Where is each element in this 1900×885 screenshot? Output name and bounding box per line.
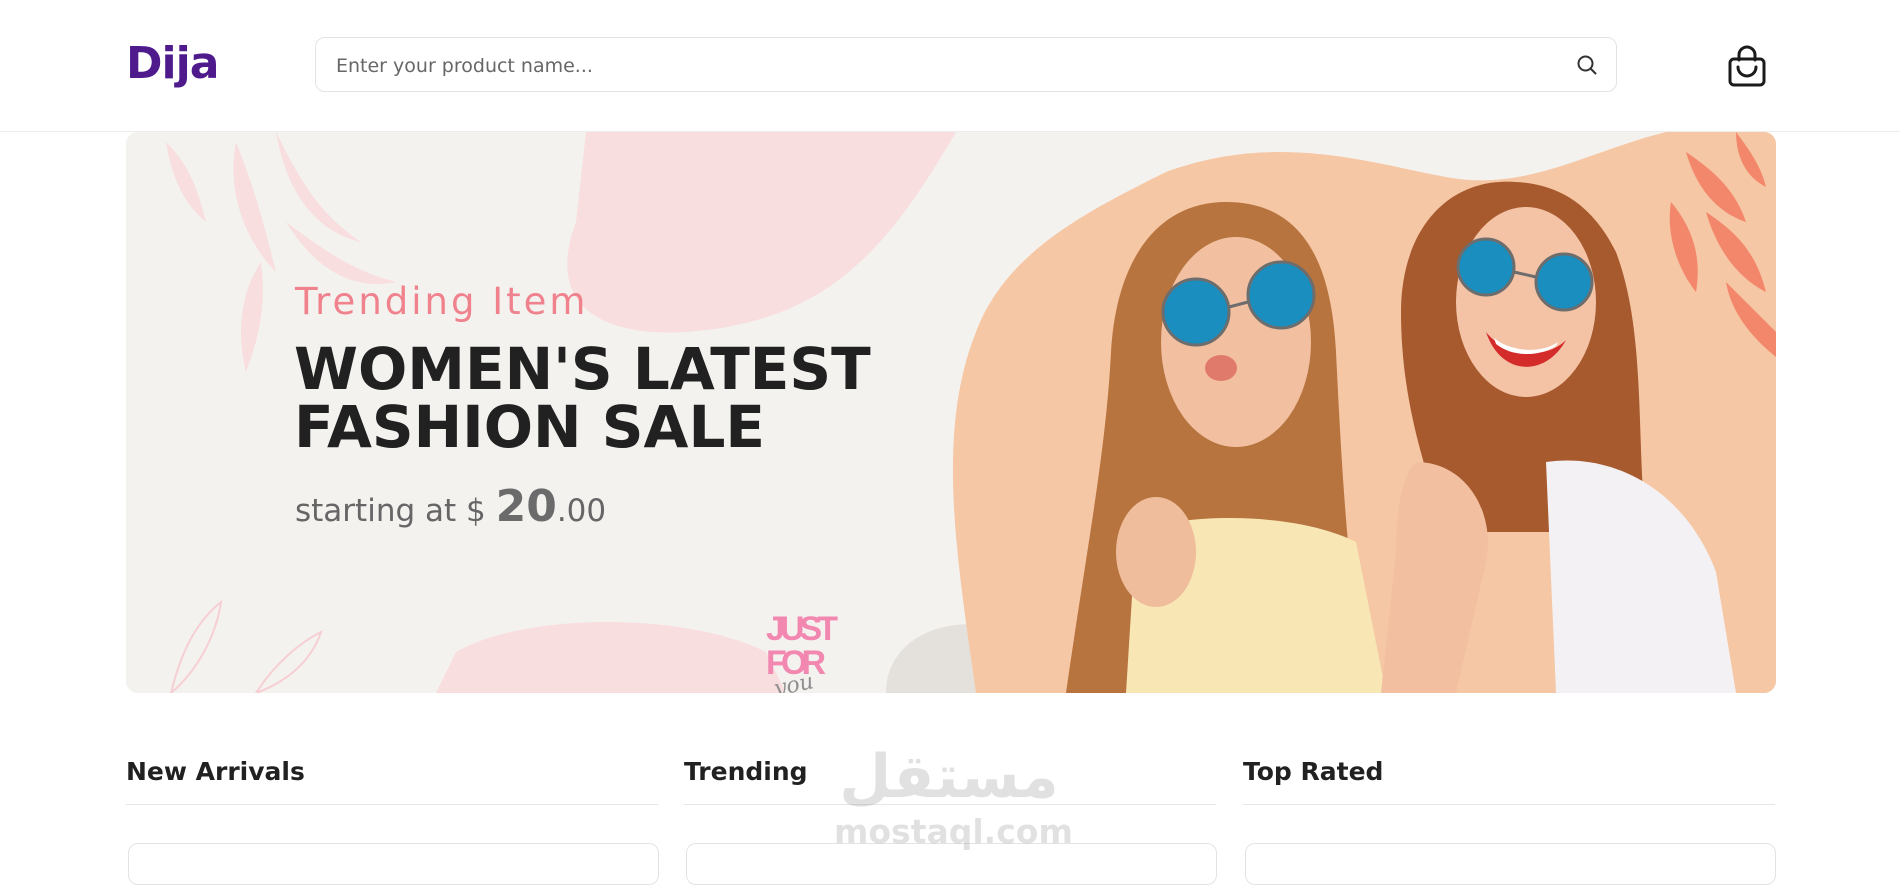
section-trending: Trending: [684, 750, 1216, 805]
product-card[interactable]: [686, 843, 1217, 885]
banner-subtitle: Trending Item: [295, 280, 589, 323]
search-bar: [315, 37, 1617, 93]
badge-line1: JUST: [766, 610, 838, 648]
price-whole: 20: [495, 481, 557, 532]
section-title-trending: Trending: [684, 757, 808, 786]
search-button[interactable]: [1572, 50, 1602, 80]
banner-price: starting at $ 20.00: [295, 482, 606, 536]
section-top-rated: Top Rated: [1243, 750, 1775, 805]
shopping-bag-icon: [1728, 45, 1766, 87]
banner-title-line1: WOMEN'S LATEST: [294, 335, 871, 403]
banner-title-line2: FASHION SALE: [294, 393, 766, 461]
section-title-top-rated: Top Rated: [1243, 757, 1384, 786]
logo[interactable]: Dija: [126, 36, 219, 92]
product-card[interactable]: [1245, 843, 1776, 885]
just-for-you-badge: JUST FOR you: [766, 610, 838, 693]
product-card[interactable]: [128, 843, 659, 885]
cart-button[interactable]: [1726, 44, 1768, 88]
search-icon: [1577, 55, 1597, 75]
search-input[interactable]: [334, 38, 1538, 93]
banner-title: WOMEN'S LATEST FASHION SALE: [294, 340, 871, 456]
price-cents: .00: [556, 493, 607, 529]
section-title-new-arrivals: New Arrivals: [126, 757, 305, 786]
section-new-arrivals: New Arrivals: [126, 750, 658, 805]
hero-banner[interactable]: Trending Item WOMEN'S LATEST FASHION SAL…: [126, 132, 1776, 693]
price-prefix: starting at $: [295, 493, 496, 529]
site-header: Dija: [0, 0, 1900, 132]
